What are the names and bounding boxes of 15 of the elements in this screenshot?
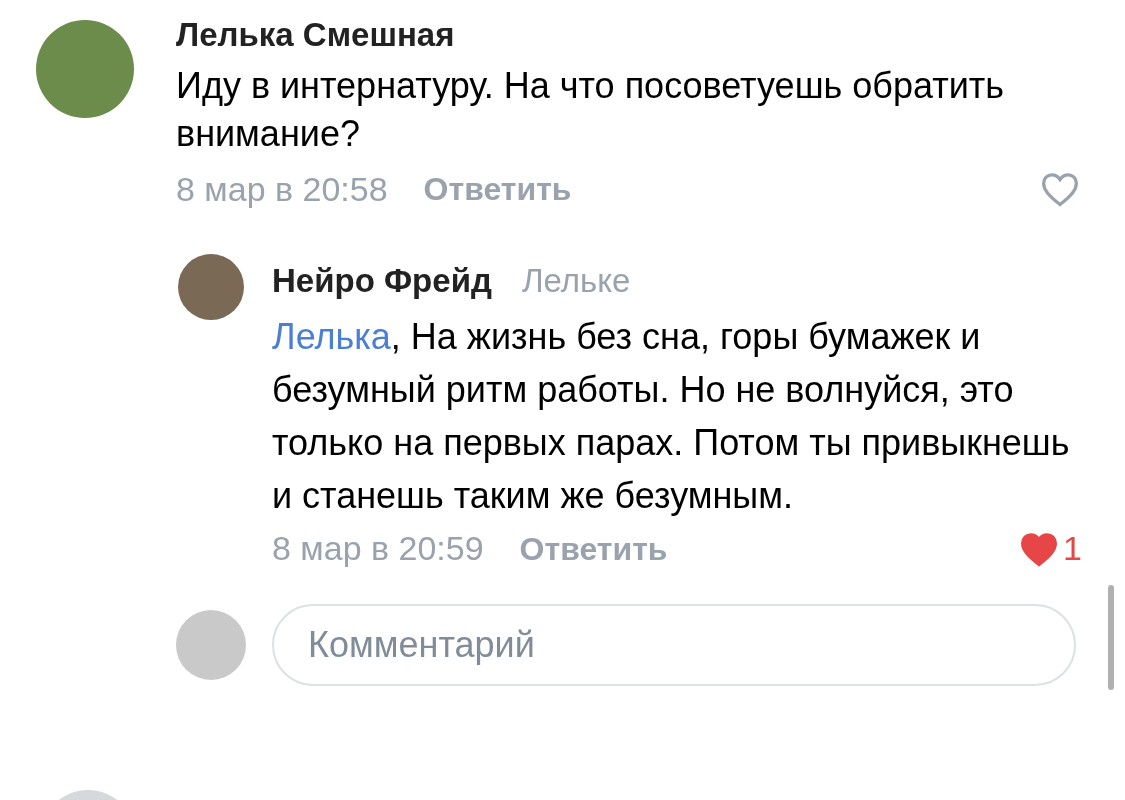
- like-count: 1: [1063, 528, 1082, 569]
- mention-link[interactable]: Лелька: [272, 315, 391, 357]
- comment-field[interactable]: Комментарий: [272, 603, 1076, 686]
- author-name[interactable]: Лелька Смешная: [176, 20, 1080, 50]
- scrollbar-thumb[interactable]: [1108, 585, 1114, 690]
- author-name[interactable]: Нейро Фрейд: [272, 256, 492, 306]
- comment-time: 8 мар в 20:59: [272, 528, 484, 569]
- heart-icon[interactable]: [1040, 171, 1080, 207]
- reply-link[interactable]: Ответить: [519, 524, 668, 573]
- reply-text: Лелька, На жизнь без сна, горы бумажек и безумный ритм работы. Но не волнуйся, это только на первых парах. Потом ты привыкнешь и станешь таким же безумным.: [272, 314, 1071, 518]
- reply-to-name[interactable]: Лельке: [521, 256, 631, 306]
- comment-text: Иду в интернатуру. На что посоветуешь обратить внимание?: [176, 64, 1005, 156]
- reply-link[interactable]: Ответить: [423, 165, 572, 213]
- comment-time: 8 мар в 20:58: [176, 168, 388, 210]
- heart-icon[interactable]: [1019, 530, 1060, 567]
